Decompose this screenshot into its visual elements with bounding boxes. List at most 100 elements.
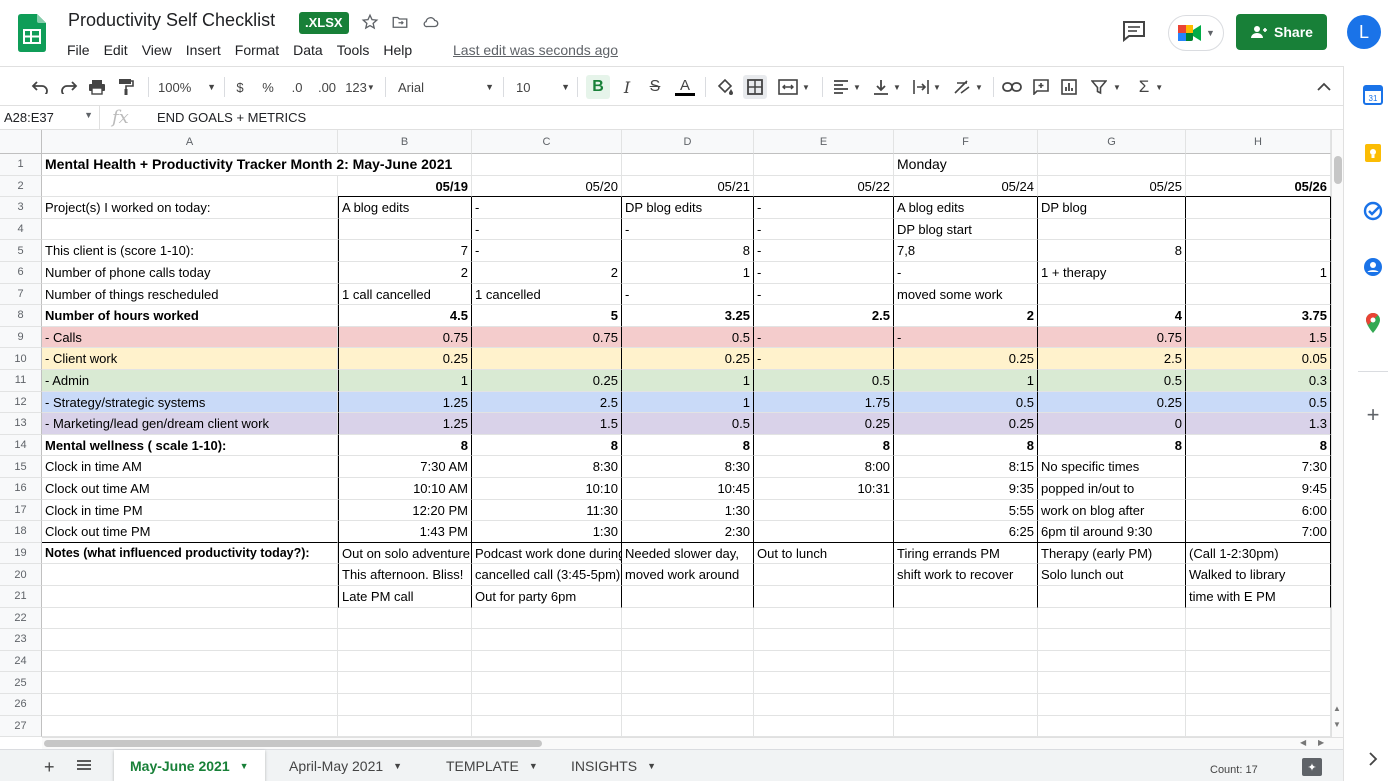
- data-cell[interactable]: Walked to library: [1186, 564, 1331, 586]
- row-label-cell[interactable]: - Admin: [42, 370, 338, 392]
- selection-count[interactable]: Count: 17: [1210, 764, 1258, 776]
- data-cell[interactable]: 1.25: [338, 391, 472, 414]
- data-cell[interactable]: 0.5: [1186, 391, 1331, 414]
- data-cell[interactable]: [472, 672, 622, 694]
- functions-icon[interactable]: Σ ▼: [1133, 75, 1169, 99]
- data-cell[interactable]: 8: [894, 434, 1038, 457]
- data-cell[interactable]: 7:00: [1186, 521, 1331, 543]
- spreadsheet-grid[interactable]: A B C D E F G H 1 2 3 4 5 6 7 8 9 10 11 12 13 14 15 16 17 18 19 20 2…: [0, 130, 1331, 737]
- data-cell[interactable]: moved some work: [894, 283, 1038, 306]
- menu-format[interactable]: Format: [228, 40, 286, 60]
- data-cell[interactable]: [472, 348, 622, 370]
- data-cell[interactable]: -: [622, 283, 754, 306]
- data-cell[interactable]: 1: [622, 262, 754, 284]
- sheets-logo-icon[interactable]: [18, 14, 46, 52]
- data-cell[interactable]: [1038, 715, 1186, 737]
- data-cell[interactable]: [622, 629, 754, 651]
- row-header[interactable]: 2: [0, 175, 42, 198]
- data-cell[interactable]: Tiring errands PM: [894, 542, 1038, 565]
- row-header[interactable]: 25: [0, 672, 42, 694]
- data-cell[interactable]: 1:30: [472, 521, 622, 543]
- data-cell[interactable]: 0.25: [472, 370, 622, 392]
- data-cell[interactable]: [894, 672, 1038, 694]
- data-cell[interactable]: [1186, 283, 1331, 306]
- row-label-cell[interactable]: Number of phone calls today: [42, 262, 338, 284]
- redo-icon[interactable]: [57, 75, 81, 99]
- data-cell[interactable]: [894, 586, 1038, 608]
- row-label-cell[interactable]: Clock in time AM: [42, 456, 338, 478]
- data-cell[interactable]: 1: [1186, 262, 1331, 284]
- data-cell[interactable]: moved work around: [622, 564, 754, 586]
- data-cell[interactable]: [338, 694, 472, 716]
- data-cell[interactable]: [338, 715, 472, 737]
- data-cell[interactable]: [472, 715, 622, 737]
- data-cell[interactable]: 0.25: [894, 413, 1038, 435]
- data-cell[interactable]: -: [754, 240, 894, 262]
- data-cell[interactable]: Late PM call: [338, 586, 472, 608]
- data-cell[interactable]: [894, 694, 1038, 716]
- undo-icon[interactable]: [28, 75, 52, 99]
- row-label-cell[interactable]: Notes (what influenced productivity toda…: [42, 542, 338, 565]
- data-cell[interactable]: 05/20: [472, 175, 622, 198]
- data-cell[interactable]: 0.5: [894, 391, 1038, 414]
- data-cell[interactable]: [754, 672, 894, 694]
- data-cell[interactable]: -: [754, 197, 894, 219]
- data-cell[interactable]: [622, 650, 754, 673]
- data-cell[interactable]: 1: [894, 370, 1038, 392]
- data-cell[interactable]: 12:20 PM: [338, 499, 472, 522]
- row-label-cell[interactable]: [42, 218, 338, 241]
- data-cell[interactable]: No specific times: [1038, 456, 1186, 478]
- scroll-up-icon[interactable]: ▲: [1333, 704, 1341, 713]
- row-label-cell[interactable]: [42, 672, 338, 694]
- data-cell[interactable]: [472, 154, 622, 176]
- data-cell[interactable]: [338, 607, 472, 630]
- data-cell[interactable]: [754, 650, 894, 673]
- data-cell[interactable]: 8:30: [622, 456, 754, 478]
- row-header[interactable]: 6: [0, 262, 42, 284]
- data-cell[interactable]: 8: [622, 434, 754, 457]
- data-cell[interactable]: A blog edits: [338, 197, 472, 219]
- percent-format-button[interactable]: %: [259, 75, 277, 99]
- row-label-cell[interactable]: This client is (score 1-10):: [42, 240, 338, 262]
- row-header[interactable]: 1: [0, 154, 42, 176]
- data-cell[interactable]: 0: [1038, 413, 1186, 435]
- data-cell[interactable]: 05/24: [894, 175, 1038, 198]
- data-cell[interactable]: Podcast work done during: [472, 542, 622, 565]
- data-cell[interactable]: -: [754, 262, 894, 284]
- insert-link-icon[interactable]: [1000, 75, 1024, 99]
- increase-decimal-button[interactable]: .00: [314, 75, 340, 99]
- print-icon[interactable]: [85, 75, 109, 99]
- column-header[interactable]: G: [1038, 130, 1186, 154]
- sheet-tab-april-may[interactable]: April-May 2021 ▼: [273, 750, 418, 781]
- row-label-cell[interactable]: Number of things rescheduled: [42, 283, 338, 306]
- row-label-cell[interactable]: - Calls: [42, 326, 338, 349]
- row-header[interactable]: 22: [0, 607, 42, 630]
- name-box[interactable]: A28:E37 ▼: [0, 106, 100, 130]
- text-color-icon[interactable]: A: [672, 75, 698, 99]
- data-cell[interactable]: 7: [338, 240, 472, 262]
- row-label-cell[interactable]: [42, 607, 338, 630]
- row-label-cell[interactable]: [42, 586, 338, 608]
- column-header[interactable]: H: [1186, 130, 1331, 154]
- data-cell[interactable]: 2: [894, 305, 1038, 327]
- zoom-select[interactable]: 100% ▼: [158, 75, 216, 99]
- menu-view[interactable]: View: [135, 40, 179, 60]
- data-cell[interactable]: -: [894, 326, 1038, 349]
- row-header[interactable]: 11: [0, 370, 42, 392]
- data-cell[interactable]: 0.75: [1038, 326, 1186, 349]
- row-header[interactable]: 20: [0, 564, 42, 586]
- data-cell[interactable]: 0.25: [1038, 391, 1186, 414]
- maps-icon[interactable]: [1362, 312, 1384, 334]
- data-cell[interactable]: [894, 629, 1038, 651]
- data-cell[interactable]: 1:30: [622, 499, 754, 522]
- data-cell[interactable]: work on blog after: [1038, 499, 1186, 522]
- data-cell[interactable]: 0.25: [338, 348, 472, 370]
- data-cell[interactable]: 0.5: [754, 370, 894, 392]
- data-cell[interactable]: Out on solo adventure: [338, 542, 472, 565]
- menu-help[interactable]: Help: [376, 40, 419, 60]
- row-header[interactable]: 3: [0, 197, 42, 219]
- data-cell[interactable]: [1038, 694, 1186, 716]
- data-cell[interactable]: Monday: [894, 154, 1038, 176]
- data-cell[interactable]: 8: [1038, 434, 1186, 457]
- data-cell[interactable]: 2.5: [754, 305, 894, 327]
